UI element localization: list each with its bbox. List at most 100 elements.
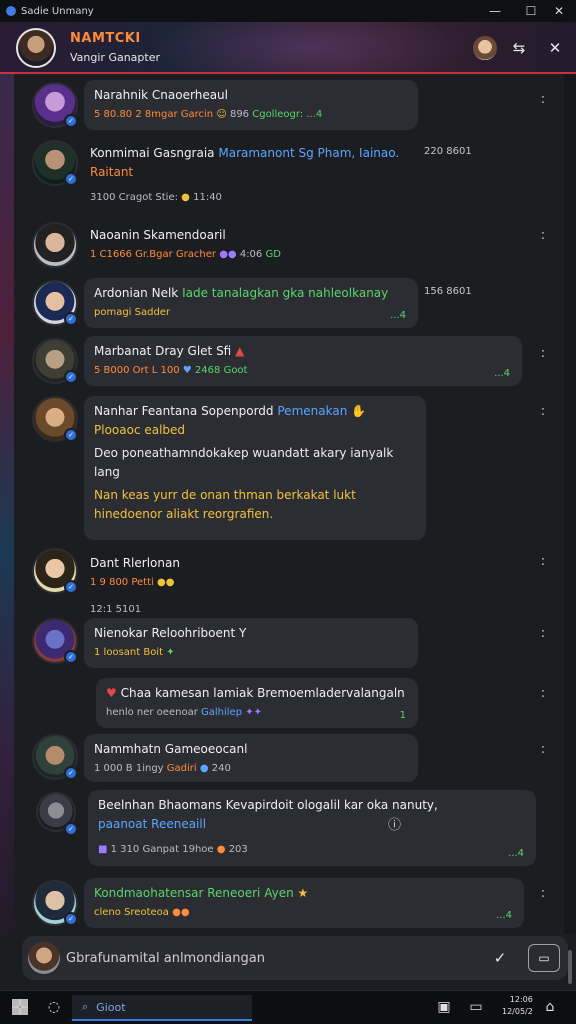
verified-badge-icon: ✓ xyxy=(64,650,78,664)
message-item[interactable]: ✓ Nanhar Feantana Sopenpordd Pemenakan ✋… xyxy=(14,396,564,542)
more-options-icon[interactable]: : xyxy=(537,229,549,242)
minimize-button[interactable]: — xyxy=(478,0,512,22)
message-item[interactable]: ✓ Kondmaohatensar Reneoeri Ayen ★ cleno … xyxy=(14,878,564,930)
chat-subtitle: Vangir Ganapter xyxy=(70,51,161,64)
message-item[interactable]: Naoanin Skamendoaril 1 C1666 Gr.Bgar Gra… xyxy=(14,220,564,272)
monitor-icon[interactable]: ▭ xyxy=(466,997,486,1017)
profile-avatar-button[interactable] xyxy=(473,36,497,60)
message-item[interactable]: ✓ Ardonian Nelk Iade tanalagkan gka nahl… xyxy=(14,278,564,330)
chat-title: NAMTCKI xyxy=(70,31,141,46)
more-options-icon[interactable]: : xyxy=(537,347,549,360)
more-options-icon[interactable]: : xyxy=(537,887,549,900)
hand-icon: ✋ xyxy=(351,404,367,418)
close-window-button[interactable]: ✕ xyxy=(542,0,576,22)
read-receipt: ...4 xyxy=(496,910,512,921)
reaction-icon: ♥ xyxy=(182,365,192,376)
clock-time: 12:06 xyxy=(509,995,533,1004)
message-bubble[interactable]: Konmimai Gasngraia Maramanont Sg Pham, I… xyxy=(84,138,420,213)
sender-name: Ardonian Nelk xyxy=(94,286,179,300)
message-item[interactable]: ✓ Narahnik Cnaoerheaul 5 80.80 2 8mgar G… xyxy=(14,80,564,132)
message-item[interactable]: ♥ Chaa kamesan lamiak Bremoemladervalang… xyxy=(14,678,564,730)
message-bubble[interactable]: Ardonian Nelk Iade tanalagkan gka nahleo… xyxy=(84,278,418,328)
message-item[interactable]: ✓ Nammhatn Gameoeocanl 1 000 B 1ingy Gad… xyxy=(14,734,564,784)
app-icon xyxy=(6,6,16,16)
search-icon: ⌕ xyxy=(82,1000,89,1013)
message-bubble[interactable]: Dant Rlerlonan 1 9 800 Petti ●● 12:1 510… xyxy=(84,548,418,625)
message-accent: Cgolleogr: ...4 xyxy=(252,109,323,120)
heart-icon: ♥ xyxy=(106,686,117,700)
close-icon[interactable]: ✕ xyxy=(543,36,567,60)
message-meta: 5 B000 Ort L 100 xyxy=(94,365,180,376)
verified-badge-icon: ✓ xyxy=(64,912,78,926)
verified-badge-icon: ✓ xyxy=(64,580,78,594)
message-bubble[interactable]: Beelnhan Bhaomans Kevapirdoit ologalil k… xyxy=(88,790,536,866)
chat-icon[interactable]: ◌ xyxy=(44,997,64,1017)
header-art xyxy=(150,22,470,72)
taskbar-search[interactable]: ⌕ Gioot xyxy=(72,995,252,1021)
sparkle-icon: ✦ xyxy=(166,647,175,658)
system-clock[interactable]: 12:06 12/05/2 xyxy=(502,994,533,1018)
more-options-icon[interactable]: : xyxy=(537,627,549,640)
more-options-icon[interactable]: : xyxy=(537,93,549,106)
message-time: 12:1 5101 xyxy=(90,604,142,615)
mention-link[interactable]: Iade tanalagkan gka nahleolkanay xyxy=(182,286,388,300)
message-meta-suffix: 203 xyxy=(228,844,248,855)
message-bubble[interactable]: ♥ Chaa kamesan lamiak Bremoemladervalang… xyxy=(96,678,418,728)
verified-badge-icon: ✓ xyxy=(64,428,78,442)
message-meta: 1 loosant Boit xyxy=(94,647,164,658)
more-options-icon[interactable]: : xyxy=(537,405,549,418)
message-list[interactable]: ✓ Narahnik Cnaoerheaul 5 80.80 2 8mgar G… xyxy=(14,74,564,934)
chat-avatar[interactable] xyxy=(16,28,56,68)
message-bubble[interactable]: Narahnik Cnaoerheaul 5 80.80 2 8mgar Gar… xyxy=(84,80,418,130)
wifi-icon[interactable]: ⌂ xyxy=(540,997,560,1017)
window-icon[interactable]: ▣ xyxy=(434,997,454,1017)
message-bubble[interactable]: Nammhatn Gameoeocanl 1 000 B 1ingy Gadir… xyxy=(84,734,418,782)
reaction-icon: ✦✦ xyxy=(245,707,263,718)
message-meta-suffix: 2468 Goot xyxy=(194,365,248,376)
sender-name: Konmimai Gasngraia xyxy=(90,146,215,160)
verified-badge-icon: ✓ xyxy=(64,370,78,384)
message-bubble[interactable]: Naoanin Skamendoaril 1 C1666 Gr.Bgar Gra… xyxy=(84,220,418,270)
mention-link[interactable]: Maramanont Sg Pham, Iainao. xyxy=(218,146,399,160)
star-icon: ★ xyxy=(297,886,309,900)
message-bubble[interactable]: Nanhar Feantana Sopenpordd Pemenakan ✋ P… xyxy=(84,396,426,540)
scrollbar-track[interactable] xyxy=(564,74,576,984)
read-receipt: 1 xyxy=(399,710,406,721)
mention-link[interactable]: Galhilep xyxy=(201,707,242,718)
more-options-icon[interactable]: : xyxy=(537,687,549,700)
verified-badge-icon: ✓ xyxy=(64,312,78,326)
message-bubble[interactable]: Marbanat Dray Glet Sfi ▲ 5 B000 Ort L 10… xyxy=(84,336,522,386)
more-options-icon[interactable]: : xyxy=(537,743,549,756)
mention-link[interactable]: paanoat Reeneaill xyxy=(98,815,526,834)
message-input[interactable] xyxy=(66,946,486,970)
verified-badge-icon: ✓ xyxy=(64,766,78,780)
message-bubble[interactable]: Kondmaohatensar Reneoeri Ayen ★ cleno Sr… xyxy=(84,878,524,928)
mic-icon[interactable]: ✓ xyxy=(488,946,512,970)
reaction-icon: ● xyxy=(216,844,226,855)
message-item[interactable]: ✓ Beelnhan Bhaomans Kevapirdoit ologalil… xyxy=(14,790,564,868)
more-options-icon[interactable]: : xyxy=(537,555,549,568)
message-accent: Gadiri xyxy=(166,763,197,774)
info-icon[interactable]: ⓘ xyxy=(388,816,401,835)
message-item[interactable]: ✓ Marbanat Dray Glet Sfi ▲ 5 B000 Ort L … xyxy=(14,336,564,388)
message-item[interactable]: ✓ Dant Rlerlonan 1 9 800 Petti ●● 12:1 5… xyxy=(14,548,564,615)
start-icon[interactable] xyxy=(12,999,28,1015)
emoji-icon: ☺ xyxy=(216,109,227,120)
message-meta-suffix: 4:06 xyxy=(239,249,263,260)
message-item[interactable]: ✓ Konmimai Gasngraia Maramanont Sg Pham,… xyxy=(14,138,564,208)
mention-link[interactable]: Pemenakan xyxy=(277,404,347,418)
my-avatar[interactable] xyxy=(28,942,60,974)
message-composer: ✓ ▭ xyxy=(22,936,568,980)
message-meta: 1 C1666 Gr.Bgar Gracher xyxy=(90,249,216,260)
message-text: Beelnhan Bhaomans Kevapirdoit ologalil k… xyxy=(98,798,438,812)
message-meta: 5 80.80 2 8mgar Garcin xyxy=(94,109,214,120)
share-icon[interactable]: ⇆ xyxy=(507,36,531,60)
message-item[interactable]: ✓ Nienokar Reloohriboent Y 1 loosant Boi… xyxy=(14,618,564,672)
chat-header: NAMTCKI Vangir Ganapter ⇆ ✕ xyxy=(0,22,576,74)
message-bubble[interactable]: Nienokar Reloohriboent Y 1 loosant Boit … xyxy=(84,618,418,668)
user-avatar[interactable] xyxy=(32,222,78,268)
message-accent: GD xyxy=(265,249,281,260)
sender-name: Nammhatn Gameoeocanl xyxy=(94,742,248,756)
send-icon[interactable]: ▭ xyxy=(528,944,560,972)
scrollbar-thumb[interactable] xyxy=(568,950,572,984)
